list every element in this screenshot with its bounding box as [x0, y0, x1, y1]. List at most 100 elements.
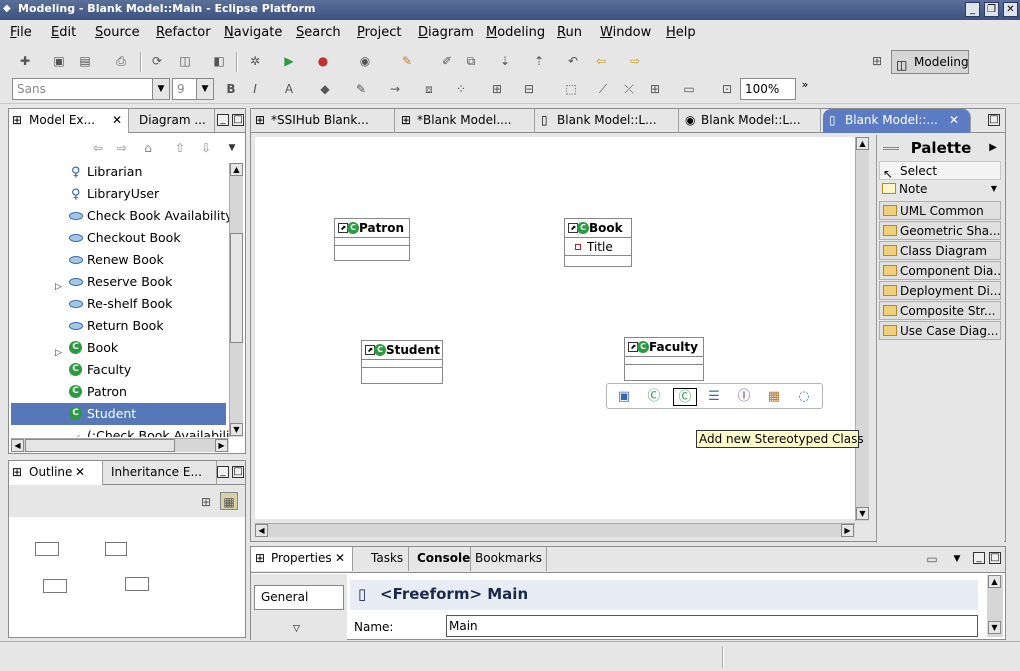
- canvas-vscrollbar[interactable]: ▲ ▼: [855, 137, 869, 521]
- close-icon[interactable]: ✕: [112, 109, 122, 131]
- tree-item[interactable]: C Student: [11, 403, 226, 425]
- palette-tool-note[interactable]: Note ▼: [879, 180, 1001, 199]
- maximize-view-icon[interactable]: □: [232, 114, 244, 126]
- class-patron[interactable]: ⬈ C Patron: [334, 218, 410, 261]
- debug-icon[interactable]: ✲: [246, 52, 264, 70]
- print-icon[interactable]: ⎙: [112, 52, 130, 70]
- line-color-icon[interactable]: ✎: [352, 80, 370, 98]
- search-icon[interactable]: ✎: [398, 52, 416, 70]
- tree-item[interactable]: C Faculty: [11, 359, 226, 381]
- back-icon[interactable]: ⇦: [592, 52, 610, 70]
- layout-icon[interactable]: ⊟: [520, 80, 538, 98]
- minimize-view-icon[interactable]: _: [217, 114, 229, 126]
- pen-icon[interactable]: ✐: [438, 52, 456, 70]
- menu-edit[interactable]: Edit: [51, 25, 76, 40]
- tree-item[interactable]: Renew Book: [11, 249, 226, 271]
- menu-window[interactable]: Window: [600, 25, 651, 40]
- diagram-icon[interactable]: ▣: [615, 388, 633, 406]
- signal-icon[interactable]: ◌: [795, 388, 813, 406]
- class-student[interactable]: ⬈ C Student: [361, 340, 443, 384]
- tree-item[interactable]: Return Book: [11, 315, 226, 337]
- menu-refactor[interactable]: Refactor: [156, 25, 211, 40]
- font-name-combo[interactable]: Sans: [12, 78, 154, 100]
- menu-diagram[interactable]: Diagram: [418, 25, 474, 40]
- menu-source[interactable]: Source: [95, 25, 140, 40]
- tab-ssihub-blank[interactable]: ⊞ *SSIHub Blank...: [251, 109, 395, 133]
- view-menu-icon[interactable]: ▼: [223, 139, 241, 157]
- tree-item[interactable]: Re-shelf Book: [11, 293, 226, 315]
- tab-blank-model-1[interactable]: ⊞ *Blank Model....: [397, 109, 535, 133]
- perspective-modeling[interactable]: ◫ Modeling: [891, 50, 969, 74]
- italic-icon[interactable]: I: [246, 80, 264, 98]
- expand-icon[interactable]: ▷: [55, 430, 62, 437]
- tree-item[interactable]: ▷ ⟋(:Check Book Availabilit: [11, 425, 229, 437]
- close-icon[interactable]: ✕: [75, 461, 85, 483]
- dropdown-icon[interactable]: ▼: [991, 180, 997, 198]
- enumeration-icon[interactable]: ☰: [705, 388, 723, 406]
- open-resource-icon[interactable]: ◧: [210, 52, 228, 70]
- menu-search[interactable]: Search: [296, 25, 341, 40]
- back-icon[interactable]: ⇦: [89, 139, 107, 157]
- palette-drawer[interactable]: Deployment Di...: [879, 281, 1001, 300]
- tab-diagram[interactable]: Diagram ...: [131, 109, 215, 133]
- font-size-dropdown[interactable]: ▼: [196, 78, 214, 100]
- home-icon[interactable]: ⌂: [139, 139, 157, 157]
- menu-file[interactable]: File: [10, 25, 32, 40]
- fill-color-icon[interactable]: ◆: [316, 80, 334, 98]
- align-icon[interactable]: ⊞: [488, 80, 506, 98]
- maximize-view-icon[interactable]: □: [989, 552, 1001, 564]
- prev-annotation-icon[interactable]: ⇡: [530, 52, 548, 70]
- close-icon[interactable]: ✕: [949, 109, 959, 131]
- scroll-thumb[interactable]: [25, 439, 175, 452]
- line-style-icon[interactable]: →: [386, 80, 404, 98]
- tab-tasks[interactable]: Tasks: [367, 547, 409, 571]
- class-faculty[interactable]: ⬈ C Faculty: [624, 337, 704, 381]
- palette-drawer[interactable]: Geometric Sha...: [879, 221, 1001, 240]
- tree-item[interactable]: ♀ LibraryUser: [11, 183, 226, 205]
- tree-item[interactable]: ▷ Reserve Book: [11, 271, 226, 293]
- menu-help[interactable]: Help: [666, 25, 696, 40]
- palette-drawer[interactable]: Composite Str...: [879, 301, 1001, 320]
- close-window-button[interactable]: ✕: [1003, 2, 1018, 17]
- menu-run[interactable]: Run: [557, 25, 582, 40]
- palette-drawer[interactable]: UML Common: [879, 201, 1001, 220]
- refresh-icon[interactable]: ⟳: [148, 52, 166, 70]
- grid-icon[interactable]: ⊞: [646, 80, 664, 98]
- open-type-icon[interactable]: ◫: [176, 52, 194, 70]
- datatype-icon[interactable]: ▦: [765, 388, 783, 406]
- scroll-up-icon[interactable]: ▲: [988, 575, 1001, 588]
- toolbar-overflow-icon[interactable]: »: [796, 76, 814, 94]
- open-perspective-icon[interactable]: ⊞: [868, 52, 886, 70]
- outline-thumbnail[interactable]: [9, 517, 195, 637]
- view-menu-icon[interactable]: ▼: [948, 550, 966, 568]
- new-icon[interactable]: ✚: [16, 52, 34, 70]
- up-icon[interactable]: ⇧: [171, 139, 189, 157]
- scroll-down-icon[interactable]: ▽: [293, 624, 300, 634]
- route-oblique-icon[interactable]: ⤫: [620, 80, 638, 98]
- run-icon[interactable]: ▶: [280, 52, 298, 70]
- tab-inheritance-explorer[interactable]: Inheritance E...: [105, 461, 217, 485]
- font-color-icon[interactable]: A: [280, 80, 298, 98]
- outline-tree-icon[interactable]: ⊞: [197, 493, 215, 511]
- maximize-view-icon[interactable]: □: [232, 466, 244, 478]
- section-general[interactable]: General: [254, 585, 344, 610]
- menu-modeling[interactable]: Modeling: [486, 25, 545, 40]
- palette-drawer[interactable]: Use Case Diag...: [879, 321, 1001, 340]
- tree-item[interactable]: C Patron: [11, 381, 226, 403]
- tree-item[interactable]: Check Book Availability: [11, 205, 229, 227]
- close-icon[interactable]: ✕: [335, 547, 345, 569]
- tab-bookmarks[interactable]: Bookmarks: [471, 547, 547, 571]
- maximize-editor-icon[interactable]: □: [988, 114, 1000, 126]
- tree-item[interactable]: ♀ Librarian: [11, 161, 226, 183]
- scroll-left-icon[interactable]: ◀: [255, 524, 268, 537]
- tab-blank-model-main[interactable]: ▯ Blank Model::... ✕: [823, 109, 971, 133]
- down-icon[interactable]: ⇩: [197, 139, 215, 157]
- palette-collapse-icon[interactable]: ▶: [989, 137, 997, 159]
- scroll-down-icon[interactable]: ▼: [856, 507, 869, 520]
- arrange-icon[interactable]: ⁘: [452, 80, 470, 98]
- minimize-button[interactable]: _: [965, 2, 980, 17]
- save-icon[interactable]: ▣: [50, 52, 68, 70]
- scroll-up-icon[interactable]: ▲: [856, 137, 869, 150]
- palette-drawer[interactable]: Class Diagram: [879, 241, 1001, 260]
- new-java-icon[interactable]: ◉: [356, 52, 374, 70]
